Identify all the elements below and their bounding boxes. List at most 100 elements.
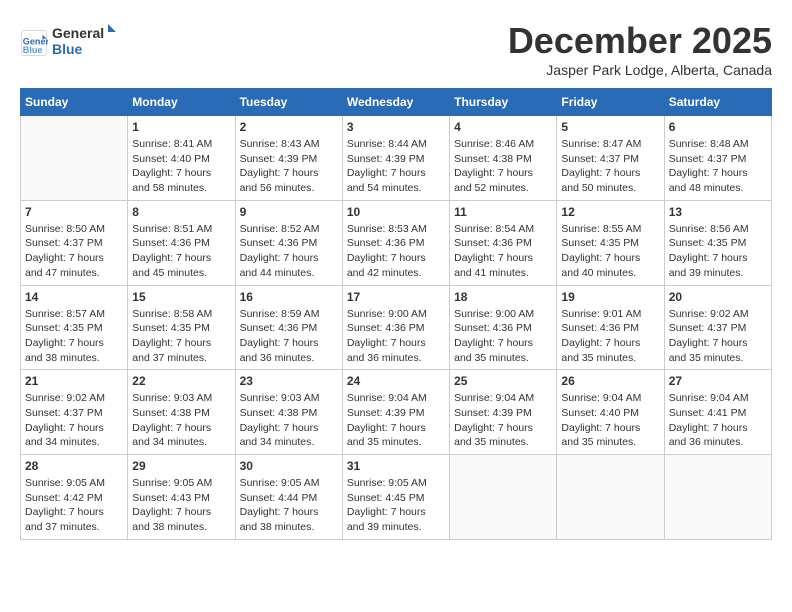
day-info: Sunrise: 9:04 AM Sunset: 4:41 PM Dayligh… bbox=[669, 391, 767, 450]
day-number: 7 bbox=[25, 205, 123, 219]
header-monday: Monday bbox=[128, 89, 235, 116]
calendar-cell: 20 Sunrise: 9:02 AM Sunset: 4:37 PM Dayli… bbox=[664, 285, 771, 370]
header-thursday: Thursday bbox=[450, 89, 557, 116]
calendar-cell: 17Sunrise: 9:00 AM Sunset: 4:36 PM Dayli… bbox=[342, 285, 449, 370]
day-number: 3 bbox=[347, 120, 445, 134]
day-number: 18 bbox=[454, 290, 552, 304]
header-wednesday: Wednesday bbox=[342, 89, 449, 116]
calendar-cell: 22Sunrise: 9:03 AM Sunset: 4:38 PM Dayli… bbox=[128, 370, 235, 455]
calendar-cell: 27 Sunrise: 9:04 AM Sunset: 4:41 PM Dayli… bbox=[664, 370, 771, 455]
calendar-cell: 31 Sunrise: 9:05 AM Sunset: 4:45 PM Dayli… bbox=[342, 455, 449, 540]
day-number: 27 bbox=[669, 374, 767, 388]
day-info: Sunrise: 8:43 AM Sunset: 4:39 PM Dayligh… bbox=[240, 137, 338, 196]
day-number: 11 bbox=[454, 205, 552, 219]
calendar-week-1: 7 Sunrise: 8:50 AM Sunset: 4:37 PM Daylig… bbox=[21, 200, 772, 285]
day-info: Sunrise: 9:02 AM Sunset: 4:37 PM Dayligh… bbox=[25, 391, 123, 450]
day-number: 28 bbox=[25, 459, 123, 473]
day-info: Sunrise: 9:05 AM Sunset: 4:44 PM Dayligh… bbox=[240, 476, 338, 535]
calendar-header-row: SundayMondayTuesdayWednesdayThursdayFrid… bbox=[21, 89, 772, 116]
day-info: Sunrise: 9:03 AM Sunset: 4:38 PM Dayligh… bbox=[132, 391, 230, 450]
calendar-cell: 23Sunrise: 9:03 AM Sunset: 4:38 PM Dayli… bbox=[235, 370, 342, 455]
calendar-week-4: 28 Sunrise: 9:05 AM Sunset: 4:42 PM Dayli… bbox=[21, 455, 772, 540]
day-number: 10 bbox=[347, 205, 445, 219]
calendar-week-0: 1 Sunrise: 8:41 AM Sunset: 4:40 PM Daylig… bbox=[21, 116, 772, 201]
day-info: Sunrise: 8:51 AM Sunset: 4:36 PM Dayligh… bbox=[132, 222, 230, 281]
day-number: 19 bbox=[561, 290, 659, 304]
day-info: Sunrise: 8:54 AM Sunset: 4:36 PM Dayligh… bbox=[454, 222, 552, 281]
day-info: Sunrise: 8:44 AM Sunset: 4:39 PM Dayligh… bbox=[347, 137, 445, 196]
day-number: 31 bbox=[347, 459, 445, 473]
location: Jasper Park Lodge, Alberta, Canada bbox=[508, 62, 772, 78]
day-number: 1 bbox=[132, 120, 230, 134]
month-title: December 2025 bbox=[508, 20, 772, 62]
header-sunday: Sunday bbox=[21, 89, 128, 116]
day-info: Sunrise: 8:50 AM Sunset: 4:37 PM Dayligh… bbox=[25, 222, 123, 281]
day-number: 2 bbox=[240, 120, 338, 134]
calendar-cell: 2 Sunrise: 8:43 AM Sunset: 4:39 PM Daylig… bbox=[235, 116, 342, 201]
day-number: 4 bbox=[454, 120, 552, 134]
day-info: Sunrise: 8:46 AM Sunset: 4:38 PM Dayligh… bbox=[454, 137, 552, 196]
calendar-cell: 29Sunrise: 9:05 AM Sunset: 4:43 PM Dayli… bbox=[128, 455, 235, 540]
day-number: 12 bbox=[561, 205, 659, 219]
calendar-cell: 13Sunrise: 8:56 AM Sunset: 4:35 PM Dayli… bbox=[664, 200, 771, 285]
calendar-cell bbox=[21, 116, 128, 201]
day-number: 23 bbox=[240, 374, 338, 388]
header-saturday: Saturday bbox=[664, 89, 771, 116]
day-number: 21 bbox=[25, 374, 123, 388]
calendar-cell: 14 Sunrise: 8:57 AM Sunset: 4:35 PM Dayli… bbox=[21, 285, 128, 370]
calendar-table: SundayMondayTuesdayWednesdayThursdayFrid… bbox=[20, 88, 772, 540]
day-info: Sunrise: 8:47 AM Sunset: 4:37 PM Dayligh… bbox=[561, 137, 659, 196]
calendar-cell: 6 Sunrise: 8:48 AM Sunset: 4:37 PM Daylig… bbox=[664, 116, 771, 201]
day-info: Sunrise: 8:48 AM Sunset: 4:37 PM Dayligh… bbox=[669, 137, 767, 196]
calendar-cell: 9 Sunrise: 8:52 AM Sunset: 4:36 PM Daylig… bbox=[235, 200, 342, 285]
calendar-cell: 3 Sunrise: 8:44 AM Sunset: 4:39 PM Daylig… bbox=[342, 116, 449, 201]
day-info: Sunrise: 9:00 AM Sunset: 4:36 PM Dayligh… bbox=[454, 307, 552, 366]
header-tuesday: Tuesday bbox=[235, 89, 342, 116]
calendar-cell: 1 Sunrise: 8:41 AM Sunset: 4:40 PM Daylig… bbox=[128, 116, 235, 201]
day-info: Sunrise: 8:59 AM Sunset: 4:36 PM Dayligh… bbox=[240, 307, 338, 366]
calendar-cell: 8 Sunrise: 8:51 AM Sunset: 4:36 PM Daylig… bbox=[128, 200, 235, 285]
day-info: Sunrise: 9:04 AM Sunset: 4:40 PM Dayligh… bbox=[561, 391, 659, 450]
calendar-week-2: 14 Sunrise: 8:57 AM Sunset: 4:35 PM Dayli… bbox=[21, 285, 772, 370]
day-number: 9 bbox=[240, 205, 338, 219]
svg-text:General: General bbox=[52, 25, 104, 41]
header-friday: Friday bbox=[557, 89, 664, 116]
day-info: Sunrise: 9:05 AM Sunset: 4:42 PM Dayligh… bbox=[25, 476, 123, 535]
day-info: Sunrise: 9:04 AM Sunset: 4:39 PM Dayligh… bbox=[454, 391, 552, 450]
day-number: 14 bbox=[25, 290, 123, 304]
day-info: Sunrise: 8:52 AM Sunset: 4:36 PM Dayligh… bbox=[240, 222, 338, 281]
day-number: 30 bbox=[240, 459, 338, 473]
logo: General Blue General Blue bbox=[20, 20, 122, 65]
calendar-cell: 30 Sunrise: 9:05 AM Sunset: 4:44 PM Dayli… bbox=[235, 455, 342, 540]
day-number: 24 bbox=[347, 374, 445, 388]
day-number: 8 bbox=[132, 205, 230, 219]
calendar-cell: 7 Sunrise: 8:50 AM Sunset: 4:37 PM Daylig… bbox=[21, 200, 128, 285]
page-header: General Blue General Blue December 2025 … bbox=[20, 20, 772, 78]
day-info: Sunrise: 8:41 AM Sunset: 4:40 PM Dayligh… bbox=[132, 137, 230, 196]
day-number: 6 bbox=[669, 120, 767, 134]
day-number: 25 bbox=[454, 374, 552, 388]
calendar-cell: 15Sunrise: 8:58 AM Sunset: 4:35 PM Dayli… bbox=[128, 285, 235, 370]
calendar-cell: 10Sunrise: 8:53 AM Sunset: 4:36 PM Dayli… bbox=[342, 200, 449, 285]
day-number: 5 bbox=[561, 120, 659, 134]
calendar-week-3: 21 Sunrise: 9:02 AM Sunset: 4:37 PM Dayli… bbox=[21, 370, 772, 455]
day-info: Sunrise: 9:05 AM Sunset: 4:45 PM Dayligh… bbox=[347, 476, 445, 535]
calendar-cell: 28 Sunrise: 9:05 AM Sunset: 4:42 PM Dayli… bbox=[21, 455, 128, 540]
calendar-cell: 21 Sunrise: 9:02 AM Sunset: 4:37 PM Dayli… bbox=[21, 370, 128, 455]
day-info: Sunrise: 9:02 AM Sunset: 4:37 PM Dayligh… bbox=[669, 307, 767, 366]
day-number: 17 bbox=[347, 290, 445, 304]
calendar-cell bbox=[557, 455, 664, 540]
title-section: December 2025 Jasper Park Lodge, Alberta… bbox=[508, 20, 772, 78]
day-number: 26 bbox=[561, 374, 659, 388]
day-info: Sunrise: 8:56 AM Sunset: 4:35 PM Dayligh… bbox=[669, 222, 767, 281]
day-info: Sunrise: 8:57 AM Sunset: 4:35 PM Dayligh… bbox=[25, 307, 123, 366]
day-number: 29 bbox=[132, 459, 230, 473]
day-number: 16 bbox=[240, 290, 338, 304]
day-info: Sunrise: 8:55 AM Sunset: 4:35 PM Dayligh… bbox=[561, 222, 659, 281]
day-info: Sunrise: 9:04 AM Sunset: 4:39 PM Dayligh… bbox=[347, 391, 445, 450]
day-info: Sunrise: 9:01 AM Sunset: 4:36 PM Dayligh… bbox=[561, 307, 659, 366]
calendar-cell: 5 Sunrise: 8:47 AM Sunset: 4:37 PM Daylig… bbox=[557, 116, 664, 201]
day-number: 15 bbox=[132, 290, 230, 304]
day-number: 20 bbox=[669, 290, 767, 304]
calendar-cell: 16 Sunrise: 8:59 AM Sunset: 4:36 PM Dayli… bbox=[235, 285, 342, 370]
